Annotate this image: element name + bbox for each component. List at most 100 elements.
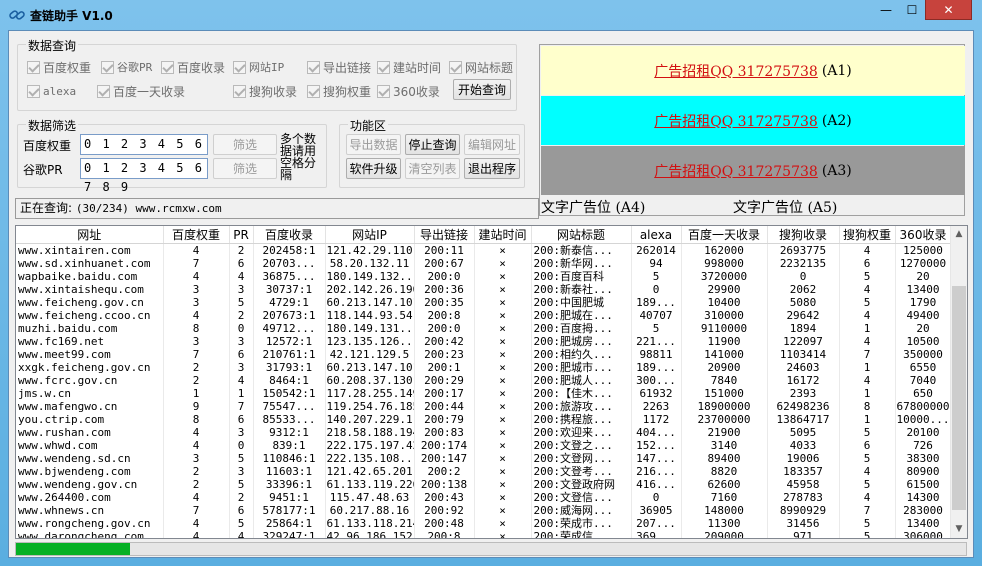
table-row[interactable]: wapbaike.baidu.com 4 4 36875... 180.149.132.… xyxy=(16,270,952,283)
query-checkbox[interactable]: 360收录 xyxy=(377,83,440,99)
checkbox-check-icon[interactable] xyxy=(161,60,174,74)
column-header[interactable]: 网站标题 xyxy=(531,226,632,244)
table-row[interactable]: www.rushan.com 4 3 9312:1 218.58.188.194 200:… xyxy=(16,426,952,439)
query-checkbox[interactable]: alexa xyxy=(27,83,76,99)
query-checkbox[interactable]: 网站标题 xyxy=(449,59,513,75)
table-row[interactable]: www.xintairen.com 4 2 202458:1 121.42.29.110… xyxy=(16,243,952,257)
checkbox-check-icon[interactable] xyxy=(377,60,390,74)
edit-url-button[interactable]: 编辑网址 xyxy=(464,134,520,155)
table-cell: 21900 xyxy=(681,426,768,439)
table-row[interactable]: www.rongcheng.gov.cn 4 5 25864:1 61.133.118.… xyxy=(16,517,952,530)
filter-input-pr[interactable]: 0 1 2 3 4 5 6 7 8 9 xyxy=(80,158,208,194)
checkbox-check-icon[interactable] xyxy=(27,60,40,74)
table-row[interactable]: you.ctrip.com 8 6 85533... 140.207.229.1 200:… xyxy=(16,413,952,426)
scroll-up-icon[interactable]: ▲ xyxy=(951,226,967,243)
table-cell: 200:文登信... xyxy=(531,491,632,504)
table-header: 网址 百度权重 PR 百度收录 网站IP 导出链接 建站时间 网站标题 alexa 百度一天收录搜… xyxy=(16,226,952,244)
query-checkbox[interactable]: 谷歌PR xyxy=(101,59,152,75)
query-checkbox[interactable]: 搜狗权重 xyxy=(307,83,371,99)
ad-link-a3[interactable]: 广告招租QQ 317275738 xyxy=(654,161,818,181)
stop-query-button[interactable]: 停止查询 xyxy=(405,134,460,155)
table-row[interactable]: jms.w.cn 1 1 150542:1 117.28.255.149 200:17 × 2… xyxy=(16,387,952,400)
query-checkbox[interactable]: 建站时间 xyxy=(377,59,441,75)
query-checkbox[interactable]: 网站IP xyxy=(233,59,284,75)
query-checkbox[interactable]: 百度权重 xyxy=(27,59,91,75)
clear-list-button[interactable]: 清空列表 xyxy=(405,158,460,179)
table-row[interactable]: www.264400.com 4 2 9451:1 115.47.48.63 200:43… xyxy=(16,491,952,504)
checkbox-check-icon[interactable] xyxy=(97,84,110,98)
scroll-thumb[interactable] xyxy=(952,286,966,510)
table-cell: www.wendeng.sd.cn xyxy=(16,452,164,465)
table-row[interactable]: muzhi.baidu.com 8 0 49712... 180.149.131... 2… xyxy=(16,322,952,335)
table-cell: www.sd.xinhuanet.com xyxy=(16,257,164,270)
table-row[interactable]: xxgk.feicheng.gov.cn 2 3 31793:1 60.213.147.… xyxy=(16,361,952,374)
column-header[interactable]: 网址 xyxy=(16,226,164,244)
query-checkbox[interactable]: 搜狗收录 xyxy=(233,83,297,99)
table-row[interactable]: www.feicheng.ccoo.cn 4 2 207673:1 118.144.93… xyxy=(16,309,952,322)
table-row[interactable]: www.sd.xinhuanet.com 7 6 20703... 58.20.132.… xyxy=(16,257,952,270)
scroll-down-icon[interactable]: ▼ xyxy=(951,521,967,538)
maximize-button[interactable]: ☐ xyxy=(899,0,925,20)
query-checkbox[interactable]: 导出链接 xyxy=(307,59,371,75)
table-cell: 200:0 xyxy=(414,270,475,283)
table-cell: 6 xyxy=(229,348,254,361)
column-header[interactable]: 百度权重 xyxy=(163,226,230,244)
vertical-scrollbar[interactable]: ▲ ▼ xyxy=(950,226,967,538)
table-row[interactable]: www.feicheng.gov.cn 3 5 4729:1 60.213.147.10… xyxy=(16,296,952,309)
ad-link-a2[interactable]: 广告招租QQ 317275738 xyxy=(654,111,818,131)
table-row[interactable]: www.fcrc.gov.cn 2 4 8464:1 60.208.37.130 200:… xyxy=(16,374,952,387)
column-header[interactable]: 百度收录 xyxy=(253,226,326,244)
title-bar[interactable]: 查链助手 V1.0 — ☐ ✕ xyxy=(0,0,982,30)
table-cell: 200:8 xyxy=(414,530,475,538)
query-checkbox[interactable]: 百度一天收录 xyxy=(97,83,185,99)
checkbox-check-icon[interactable] xyxy=(449,60,462,74)
checkbox-check-icon[interactable] xyxy=(101,60,114,74)
exit-button[interactable]: 退出程序 xyxy=(464,158,520,179)
checkbox-check-icon[interactable] xyxy=(233,84,246,98)
table-cell: 5 xyxy=(229,478,254,491)
checkbox-check-icon[interactable] xyxy=(233,60,246,74)
column-header[interactable]: alexa xyxy=(631,226,682,244)
column-header[interactable]: 搜狗收录 xyxy=(767,226,840,244)
table-row[interactable]: www.fc169.net 3 3 12572:1 123.135.126... 200:… xyxy=(16,335,952,348)
results-table[interactable]: 网址 百度权重 PR 百度收录 网站IP 导出链接 建站时间 网站标题 alexa 百度一天收录搜… xyxy=(15,225,968,539)
upgrade-button[interactable]: 软件升级 xyxy=(346,158,401,179)
column-header[interactable]: 网站IP xyxy=(325,226,415,244)
export-data-button[interactable]: 导出数据 xyxy=(346,134,401,155)
table-cell: xxgk.feicheng.gov.cn xyxy=(16,361,164,374)
text-ad-a5[interactable]: 文字广告位 (A5) xyxy=(733,197,837,217)
checkbox-check-icon[interactable] xyxy=(377,84,390,98)
table-cell: 60.217.88.16 xyxy=(325,504,415,517)
minimize-button[interactable]: — xyxy=(873,0,899,20)
table-cell: 125000 xyxy=(895,243,952,257)
table-row[interactable]: www.wendeng.gov.cn 2 5 33396:1 61.133.119.22… xyxy=(16,478,952,491)
checkbox-check-icon[interactable] xyxy=(27,84,40,98)
filter-button-baidu[interactable]: 筛选 xyxy=(213,134,277,155)
checkbox-check-icon[interactable] xyxy=(307,60,320,74)
column-header[interactable]: 百度一天收录 xyxy=(681,226,768,244)
checkbox-check-icon[interactable] xyxy=(307,84,320,98)
table-row[interactable]: www.xintaishequ.com 3 3 30737:1 202.142.26.1… xyxy=(16,283,952,296)
table-cell: 6 xyxy=(839,257,896,270)
table-row[interactable]: www.whwd.com 4 0 839:1 222.175.197.42 200:174… xyxy=(16,439,952,452)
table-row[interactable]: www.darongcheng.com 4 4 329247:1 42.96.186.1… xyxy=(16,530,952,538)
table-row[interactable]: www.bjwendeng.com 2 3 11603:1 121.42.65.201 2… xyxy=(16,465,952,478)
start-query-button[interactable]: 开始查询 xyxy=(453,79,511,100)
app-window: 查链助手 V1.0 — ☐ ✕ 数据查询 百度权重 谷歌PR 百度收录 网站IP 导出链… xyxy=(0,0,982,566)
table-row[interactable]: www.meet99.com 7 6 210761:1 42.121.129.5 200:… xyxy=(16,348,952,361)
column-header[interactable]: 搜狗权重 xyxy=(839,226,896,244)
text-ad-a4[interactable]: 文字广告位 (A4) xyxy=(541,197,645,217)
table-row[interactable]: www.mafengwo.cn 9 7 75547... 119.254.76.185 2… xyxy=(16,400,952,413)
filter-input-baidu[interactable]: 0 1 2 3 4 5 6 7 8 9 xyxy=(80,134,208,170)
ad-link-a1[interactable]: 广告招租QQ 317275738 xyxy=(654,61,818,81)
table-row[interactable]: www.whnews.cn 7 6 578177:1 60.217.88.16 200:9… xyxy=(16,504,952,517)
query-checkbox[interactable]: 百度收录 xyxy=(161,59,225,75)
filter-button-pr[interactable]: 筛选 xyxy=(213,158,277,179)
column-header[interactable]: 建站时间 xyxy=(474,226,532,244)
column-header[interactable]: 导出链接 xyxy=(414,226,475,244)
column-header[interactable]: 360收录 xyxy=(895,226,952,244)
table-row[interactable]: www.wendeng.sd.cn 3 5 110846:1 222.135.108..… xyxy=(16,452,952,465)
table-cell: 4 xyxy=(163,439,230,452)
column-header[interactable]: PR xyxy=(229,226,254,244)
close-button[interactable]: ✕ xyxy=(925,0,972,20)
